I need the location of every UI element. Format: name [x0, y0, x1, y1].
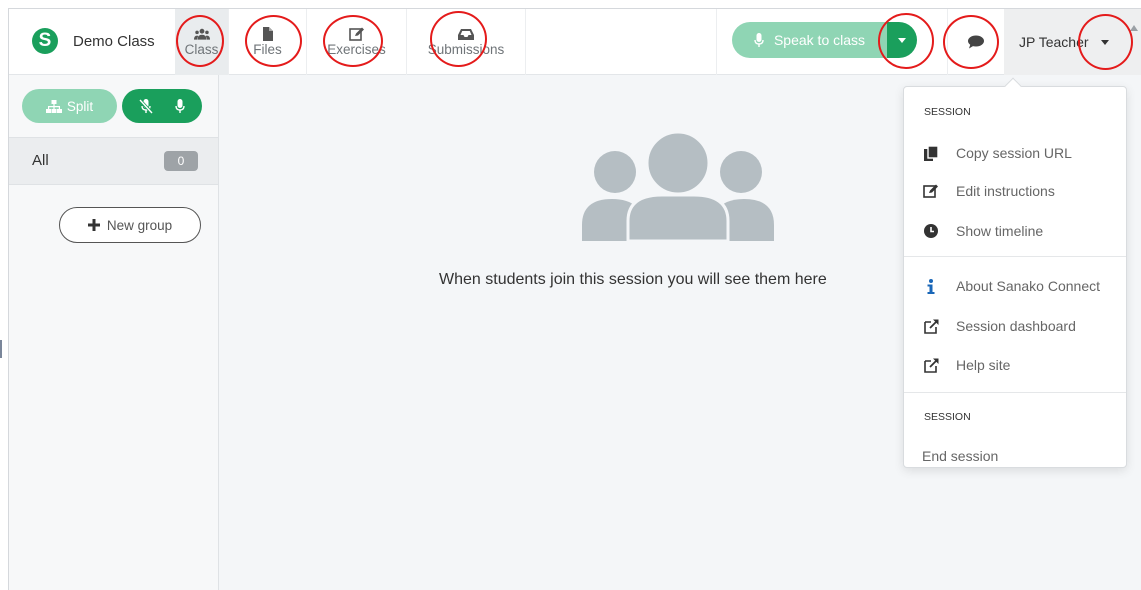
tab-exercises[interactable]: Exercises	[307, 9, 407, 75]
class-title: Demo Class	[73, 32, 155, 50]
help-site-item[interactable]: Help site	[922, 353, 1122, 377]
group-all-count-badge: 0	[164, 151, 198, 171]
unmute-all-button[interactable]	[175, 98, 185, 114]
tab-submissions-label: Submissions	[427, 42, 505, 57]
split-label: Split	[66, 98, 94, 114]
students-placeholder-icon	[582, 133, 774, 241]
group-all[interactable]: All 0	[9, 137, 218, 185]
file-icon	[262, 27, 273, 41]
copy-session-url-label: Copy session URL	[956, 145, 1072, 161]
tab-exercises-label: Exercises	[327, 42, 386, 57]
caret-down-icon	[1100, 39, 1109, 45]
copy-session-url-item[interactable]: Copy session URL	[922, 141, 1122, 165]
mute-all-button[interactable]	[139, 98, 153, 114]
session-dashboard-item[interactable]: Session dashboard	[922, 314, 1122, 338]
split-button[interactable]: Split	[22, 89, 117, 123]
inbox-icon	[458, 29, 474, 40]
info-icon	[922, 277, 940, 295]
session-dashboard-label: Session dashboard	[956, 318, 1076, 334]
dropdown-divider	[904, 256, 1126, 257]
tab-class[interactable]: Class	[175, 9, 229, 75]
brand: S Demo Class	[32, 28, 155, 54]
help-site-label: Help site	[956, 357, 1011, 373]
microphone-slash-icon	[139, 98, 153, 114]
sanako-logo: S	[32, 28, 58, 54]
end-session-item[interactable]: End session	[922, 448, 998, 464]
tab-files-label: Files	[253, 42, 282, 57]
speak-to-class-label: Speak to class	[773, 32, 866, 48]
copy-icon	[922, 144, 940, 162]
chat-button[interactable]	[947, 9, 1004, 75]
window-edge-marker	[0, 340, 2, 358]
microphone-icon	[754, 32, 764, 47]
external-link-icon	[922, 317, 940, 335]
scrollbar-up-arrow[interactable]	[1130, 25, 1138, 31]
app-frame: S Demo Class Class Files Exercises Submi…	[8, 8, 1141, 590]
user-dropdown-menu: SESSION Copy session URL Edit instructio…	[903, 77, 1127, 468]
speak-options-dropdown-button[interactable]	[887, 22, 917, 58]
caret-down-icon	[898, 37, 906, 43]
plus-icon	[87, 219, 100, 231]
users-icon	[193, 28, 210, 40]
microphone-icon	[175, 98, 185, 113]
user-menu-button[interactable]: JP Teacher	[1004, 9, 1141, 75]
about-sanako-item[interactable]: About Sanako Connect	[922, 274, 1122, 298]
clock-icon	[922, 222, 940, 240]
edit-icon	[922, 182, 940, 200]
empty-state-message: When students join this session you will…	[439, 271, 827, 288]
edit-instructions-label: Edit instructions	[956, 183, 1055, 199]
user-name: JP Teacher	[1019, 34, 1089, 50]
external-link-icon	[922, 356, 940, 374]
new-group-button[interactable]: New group	[59, 207, 201, 243]
tab-class-label: Class	[184, 42, 219, 57]
top-bar: S Demo Class Class Files Exercises Submi…	[9, 9, 1141, 75]
tab-files[interactable]: Files	[229, 9, 307, 75]
tab-submissions[interactable]: Submissions	[407, 9, 526, 75]
show-timeline-label: Show timeline	[956, 223, 1044, 239]
edit-icon	[348, 27, 364, 41]
groups-sidebar: Split All 0 New group	[9, 75, 219, 590]
new-group-label: New group	[106, 217, 173, 233]
dropdown-section-header: SESSION	[924, 106, 971, 118]
audio-toggle-group	[122, 89, 202, 123]
group-all-label: All	[32, 152, 49, 169]
speak-to-class-button[interactable]: Speak to class	[732, 22, 887, 58]
dropdown-divider	[904, 392, 1126, 393]
show-timeline-item[interactable]: Show timeline	[922, 219, 1122, 243]
edit-instructions-item[interactable]: Edit instructions	[922, 179, 1122, 203]
chat-icon	[968, 35, 984, 49]
sitemap-icon	[45, 99, 62, 113]
dropdown-section-header: SESSION	[924, 411, 971, 423]
top-divider	[716, 9, 717, 75]
about-sanako-label: About Sanako Connect	[956, 278, 1100, 294]
